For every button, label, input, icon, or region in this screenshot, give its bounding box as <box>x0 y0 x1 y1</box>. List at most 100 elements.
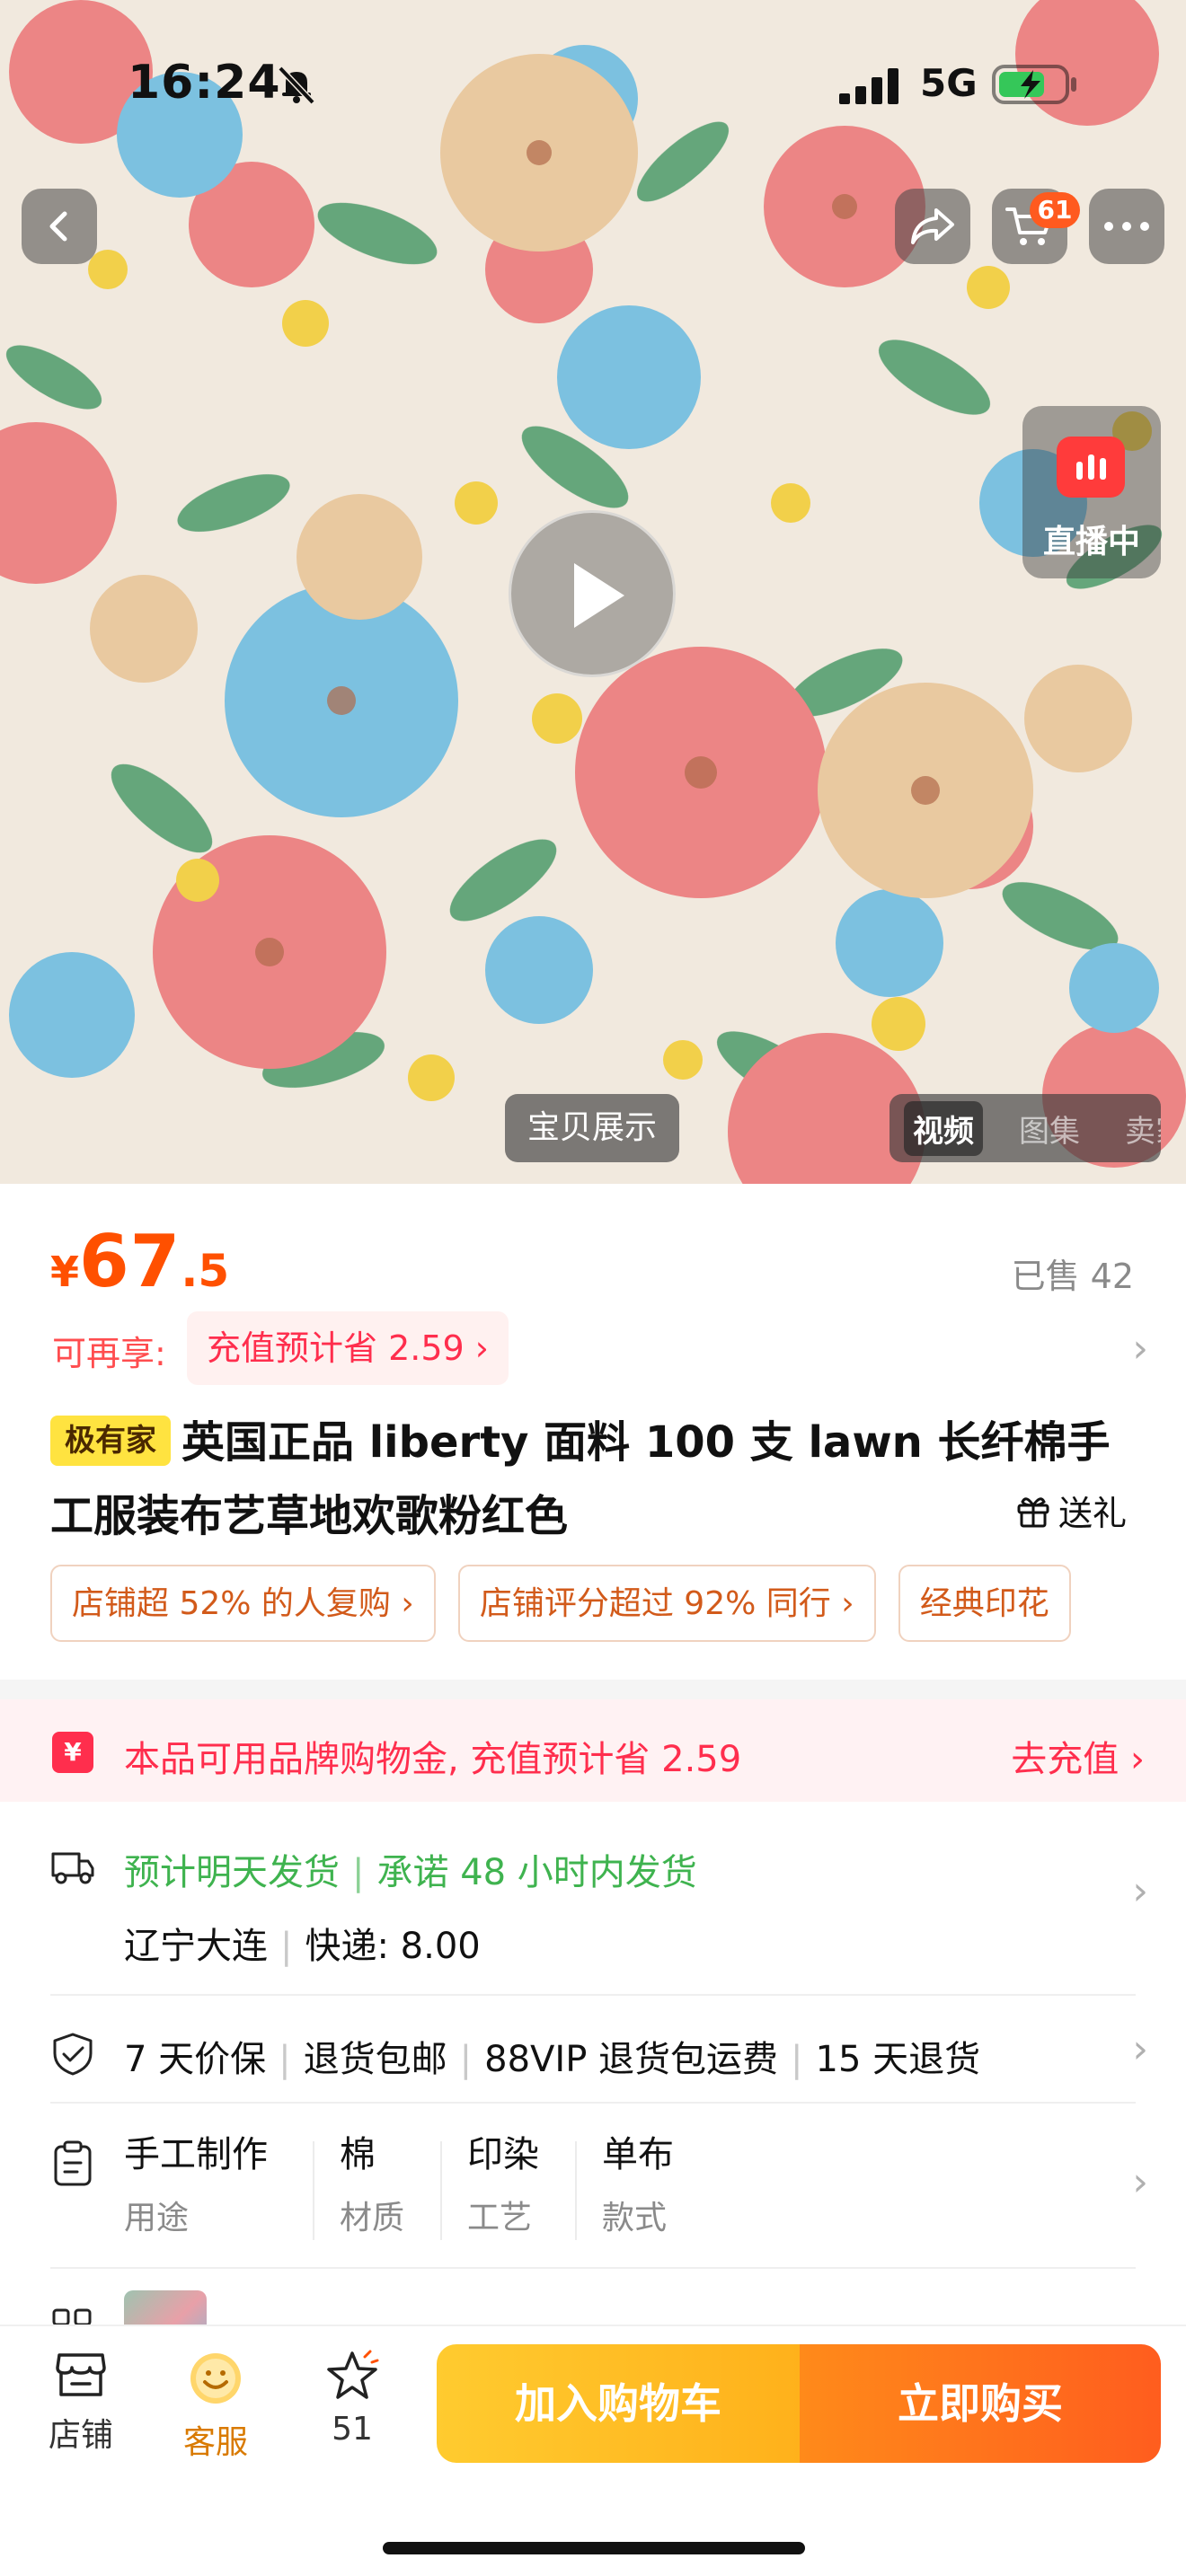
share-icon <box>911 208 954 244</box>
recharge-text: 本品可用品牌购物金, 充值预计省 2.59 <box>124 1739 742 1780</box>
service-label: 客服 <box>182 2424 248 2461</box>
product-info: ¥67.5 已售 42 可再享: 充值预计省 2.59 › › 极有家 英国正品… <box>0 1184 1186 1680</box>
param-label: 材质 <box>340 2200 405 2236</box>
benefit-value: 充值预计省 2.59 <box>207 1328 465 1368</box>
shield-check-icon <box>53 2033 93 2076</box>
sold-count: 已售 42 <box>1011 1257 1134 1296</box>
live-stream-entry[interactable]: 直播中 <box>1022 406 1161 578</box>
divider <box>313 2141 314 2240</box>
service-avatar-icon <box>190 2353 241 2404</box>
back-button[interactable] <box>22 189 97 264</box>
ship-location: 辽宁大连 <box>124 1926 268 1967</box>
separator: | <box>459 2039 473 2080</box>
product-title-line2: 工服装布艺草地欢歌粉红色 <box>50 1491 569 1541</box>
separator: | <box>280 1926 293 1967</box>
live-bars-icon <box>1057 437 1125 498</box>
favorite-button[interactable]: 51 <box>298 2350 406 2448</box>
gift-label: 送礼 <box>1058 1494 1128 1533</box>
gallery-label[interactable]: 宝贝展示 <box>505 1094 679 1162</box>
signal-icon <box>839 68 898 104</box>
recharge-banner[interactable]: ¥ 本品可用品牌购物金, 充值预计省 2.59 去充值 › <box>0 1699 1186 1802</box>
dispatch-info: 预计明天发货 | 承诺 48 小时内发货 <box>124 1843 697 1895</box>
guarantee-row[interactable]: 7 天价保 | 退货包邮 | 88VIP 退货包运费 | 15 天退货 › <box>0 1998 1186 2104</box>
product-title-line1: 英国正品 liberty 面料 100 支 lawn 长纤棉手 <box>181 1417 1111 1468</box>
play-video-button[interactable] <box>509 510 676 677</box>
chevron-right-icon[interactable]: › <box>1132 1326 1148 1372</box>
tab-video[interactable]: 视频 <box>904 1100 983 1156</box>
express-fee: 快递: 8.00 <box>305 1926 481 1967</box>
tab-gallery[interactable]: 图集 <box>1010 1101 1089 1156</box>
network-type: 5G <box>920 61 978 105</box>
price-integer: 67 <box>79 1220 181 1303</box>
sku-thumbnail <box>124 2290 207 2325</box>
title-tag: 极有家 <box>50 1416 171 1466</box>
dispatch-estimate: 预计明天发货 <box>124 1852 340 1893</box>
shop-label: 店铺 <box>48 2417 113 2454</box>
chevron-left-icon <box>49 211 67 242</box>
customer-service-button[interactable]: 客服 <box>162 2350 270 2463</box>
tab-seller[interactable]: 卖家 <box>1116 1101 1161 1156</box>
share-button[interactable] <box>895 189 970 264</box>
grid-icon <box>52 2308 92 2325</box>
divider <box>440 2141 442 2240</box>
guarantee-item: 88VIP 退货包运费 <box>484 2039 779 2080</box>
param-usage: 手工制作 用途 <box>124 2125 268 2238</box>
param-label: 用途 <box>124 2200 190 2236</box>
product-image-hero[interactable]: 16:24 5G 61 直播中 宝贝展示 视频 图集 卖 <box>0 0 1186 1184</box>
divider <box>50 2102 1136 2104</box>
gift-icon <box>1017 1496 1049 1527</box>
delivery-truck-icon <box>51 1852 94 1884</box>
divider <box>50 2267 1136 2269</box>
price-decimal: .5 <box>181 1245 230 1297</box>
tag-chips: 店铺超 52% 的人复购 › 店铺评分超过 92% 同行 › 经典印花 <box>50 1565 1136 1644</box>
param-label: 工艺 <box>467 2200 533 2236</box>
more-button[interactable] <box>1089 189 1164 264</box>
guarantee-item: 7 天价保 <box>124 2039 267 2080</box>
clipboard-icon <box>54 2140 92 2186</box>
shop-button[interactable]: 店铺 <box>27 2350 135 2456</box>
param-craft: 印染 工艺 <box>467 2125 539 2238</box>
chip-repurchase[interactable]: 店铺超 52% 的人复购 › <box>50 1565 436 1642</box>
param-value: 手工制作 <box>124 2134 268 2175</box>
status-time: 16:24 <box>128 56 281 110</box>
buy-now-button[interactable]: 立即购买 <box>800 2344 1161 2463</box>
recharge-action-label: 去充值 <box>1011 1739 1120 1780</box>
chevron-right-icon: › <box>1132 1868 1148 1914</box>
section-divider <box>0 1680 1186 1699</box>
store-icon <box>56 2353 106 2396</box>
recharge-action[interactable]: 去充值 › <box>1011 1730 1145 1782</box>
guarantee-list: 7 天价保 | 退货包邮 | 88VIP 退货包运费 | 15 天退货 <box>124 2030 980 2082</box>
chip-classic-print[interactable]: 经典印花 <box>898 1565 1071 1642</box>
divider <box>50 1994 1136 1996</box>
more-dots-icon <box>1104 222 1149 231</box>
guarantee-item: 15 天退货 <box>815 2039 981 2080</box>
home-indicator <box>383 2542 805 2554</box>
status-bar: 16:24 5G <box>0 0 1186 171</box>
bottom-action-bar: 店铺 客服 51 加入购物车 立即购买 <box>0 2325 1186 2576</box>
divider <box>575 2141 577 2240</box>
chevron-right-icon: › <box>1132 2159 1148 2205</box>
chip-label: 店铺评分超过 92% 同行 <box>479 1585 831 1622</box>
guarantee-item: 退货包邮 <box>303 2039 447 2080</box>
add-to-cart-button[interactable]: 加入购物车 <box>437 2344 800 2463</box>
chip-rating[interactable]: 店铺评分超过 92% 同行 › <box>457 1565 876 1642</box>
star-icon <box>327 2350 379 2399</box>
benefit-pill[interactable]: 充值预计省 2.59 › <box>187 1311 509 1385</box>
sku-row[interactable] <box>0 2271 1186 2325</box>
separator: | <box>352 1852 365 1893</box>
media-tabs: 视频 图集 卖家 <box>890 1094 1161 1162</box>
chevron-right-icon: › <box>1132 2026 1148 2072</box>
separator: | <box>791 2039 803 2080</box>
chip-label: 店铺超 52% 的人复购 <box>72 1585 391 1622</box>
shipping-row[interactable]: 预计明天发货 | 承诺 48 小时内发货 辽宁大连 | 快递: 8.00 › <box>0 1802 1186 1996</box>
benefit-label: 可再享: <box>52 1334 166 1373</box>
favorite-count: 51 <box>332 2411 373 2448</box>
dispatch-promise: 承诺 48 小时内发货 <box>376 1852 697 1893</box>
param-value: 单布 <box>602 2134 674 2175</box>
yen-coupon-icon: ¥ <box>52 1732 93 1773</box>
cart-count-badge: 61 <box>1030 192 1080 228</box>
param-style: 单布 款式 <box>602 2125 674 2238</box>
params-row[interactable]: 手工制作 用途 棉 材质 印染 工艺 单布 款式 › <box>0 2105 1186 2269</box>
gift-button[interactable]: 送礼 <box>1015 1486 1127 1535</box>
battery-charging-icon <box>992 65 1076 104</box>
